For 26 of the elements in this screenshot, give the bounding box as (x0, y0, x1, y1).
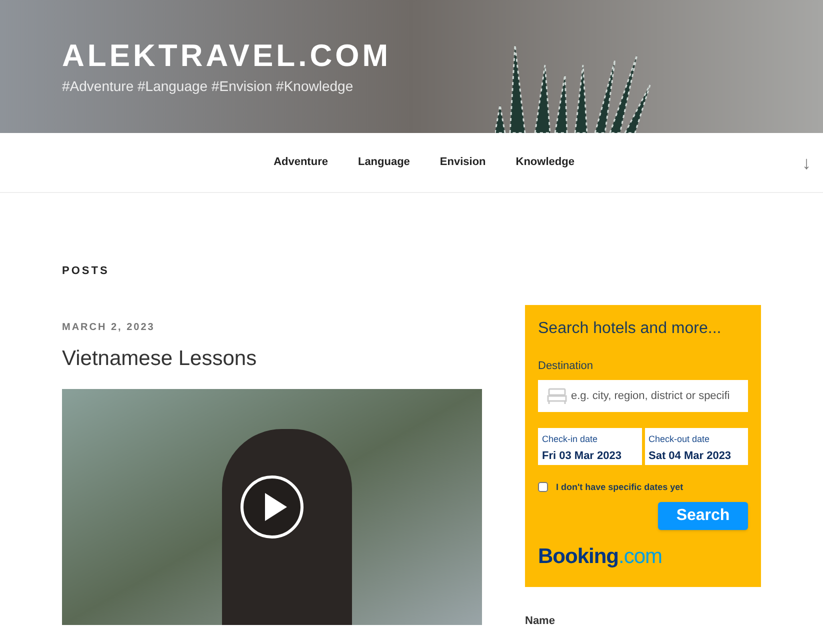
post-date[interactable]: MARCH 2, 2023 (62, 320, 482, 334)
destination-field[interactable]: e.g. city, region, district or specifi (538, 380, 748, 412)
site-tagline: #Adventure #Language #Envision #Knowledge (62, 77, 354, 96)
date-value: Sat 04 Mar 2023 (648, 449, 732, 464)
post-title[interactable]: Vietnamese Lessons (62, 342, 482, 374)
site-title[interactable]: ALEKTRAVEL.COM (62, 40, 392, 71)
destination-label: Destination (538, 359, 594, 374)
nav-link[interactable]: Adventure (274, 154, 328, 171)
date-label: Check-in date (542, 432, 599, 446)
video-thumbnail[interactable] (62, 389, 482, 625)
scroll-down-arrow[interactable]: ↓ (802, 150, 811, 177)
booking-logo: Booking.com (538, 544, 664, 570)
name-label: Name (525, 614, 556, 627)
widget-heading: Search hotels and more... (538, 319, 722, 339)
play-icon[interactable] (240, 475, 304, 539)
section-title: POSTS (62, 264, 110, 279)
nav-link[interactable]: Knowledge (516, 154, 574, 171)
nav-link[interactable]: Envision (440, 154, 486, 171)
date-value: Fri 03 Mar 2023 (542, 449, 622, 464)
date-label: Check-out date (648, 432, 711, 446)
date-field[interactable]: Check-in date Fri 03 Mar 2023 (538, 428, 642, 464)
date-field[interactable]: Check-out date Sat 04 Mar 2023 (644, 428, 748, 464)
no-dates-label: I don't have specific dates yet (556, 480, 684, 494)
nav-link[interactable]: Language (358, 154, 410, 171)
bed-icon (547, 388, 567, 404)
no-dates-checkbox[interactable] (538, 482, 548, 492)
